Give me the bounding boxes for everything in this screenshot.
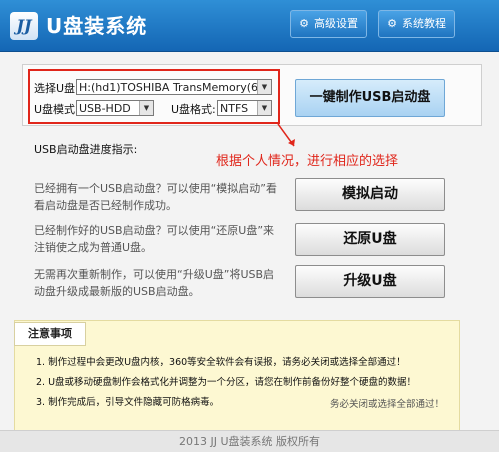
selection-annotation: 根据个人情况，进行相应的选择 [216,154,399,169]
chevron-down-icon[interactable]: ▼ [139,101,153,115]
app-title: U盘装系统 [46,14,148,38]
chevron-down-icon[interactable]: ▼ [257,80,271,94]
system-tutorial-label: 系统教程 [402,17,446,30]
restore-usb-button[interactable]: 还原U盘 [295,223,445,256]
system-tutorial-button[interactable]: ⚙ 系统教程 [378,10,455,38]
gear-icon: ⚙ [299,17,309,30]
advanced-settings-label: 高级设置 [314,17,358,30]
disk-select-value: H:(hd1)TOSHIBA TransMemory(6.87G [79,81,272,94]
restore-description: 已经制作好的USB启动盘？可以使用“还原U盘”来注销使之成为普通U盘。 [34,224,275,254]
title-bar: JJ U盘装系统 ⚙ 高级设置 ⚙ 系统教程 [0,0,499,52]
make-usb-boot-button[interactable]: 一键制作USB启动盘 [295,79,445,117]
advanced-settings-button[interactable]: ⚙ 高级设置 [290,10,367,38]
simulate-boot-button[interactable]: 模拟启动 [295,178,445,211]
progress-title: USB启动盘进度指示: [34,143,138,156]
chevron-down-icon[interactable]: ▼ [257,101,271,115]
note-item: 3. 制作完成后，引导文件隐藏可防格病毒。 [36,397,220,408]
umode-select[interactable]: USB-HDD ▼ [76,100,154,116]
uformat-select[interactable]: NTFS ▼ [217,100,272,116]
upgrade-description: 无需再次重新制作，可以使用“升级U盘”将USB启动盘升级成最新版的USB启动盘。 [34,268,275,298]
simulate-description: 已经拥有一个USB启动盘？可以使用“模拟启动”看看启动盘是否已经制作成功。 [34,182,277,212]
umode-select-value: USB-HDD [79,102,131,115]
uformat-select-value: NTFS [220,102,249,115]
gear-icon: ⚙ [387,17,397,30]
uformat-label: U盘格式: [171,103,216,116]
notes-watermark: 务必关闭或选择全部通过！ [330,399,445,410]
notes-title: 注意事项 [14,322,86,346]
disk-select[interactable]: H:(hd1)TOSHIBA TransMemory(6.87G ▼ [76,79,272,95]
app-logo: JJ [10,12,38,40]
footer-copyright: 2013 JJ U盘装系统 版权所有 [0,430,499,452]
note-item: 1. 制作过程中会更改U盘内核，360等安全软件会有误报，请务必关闭或选择全部通… [36,357,406,368]
umode-label: U盘模式: [34,103,79,116]
note-item: 2. U盘或移动硬盘制作会格式化并调整为一个分区，请您在制作前备份好整个硬盘的数… [36,377,417,388]
disk-select-label: 选择U盘: [34,82,79,95]
upgrade-usb-button[interactable]: 升级U盘 [295,265,445,298]
